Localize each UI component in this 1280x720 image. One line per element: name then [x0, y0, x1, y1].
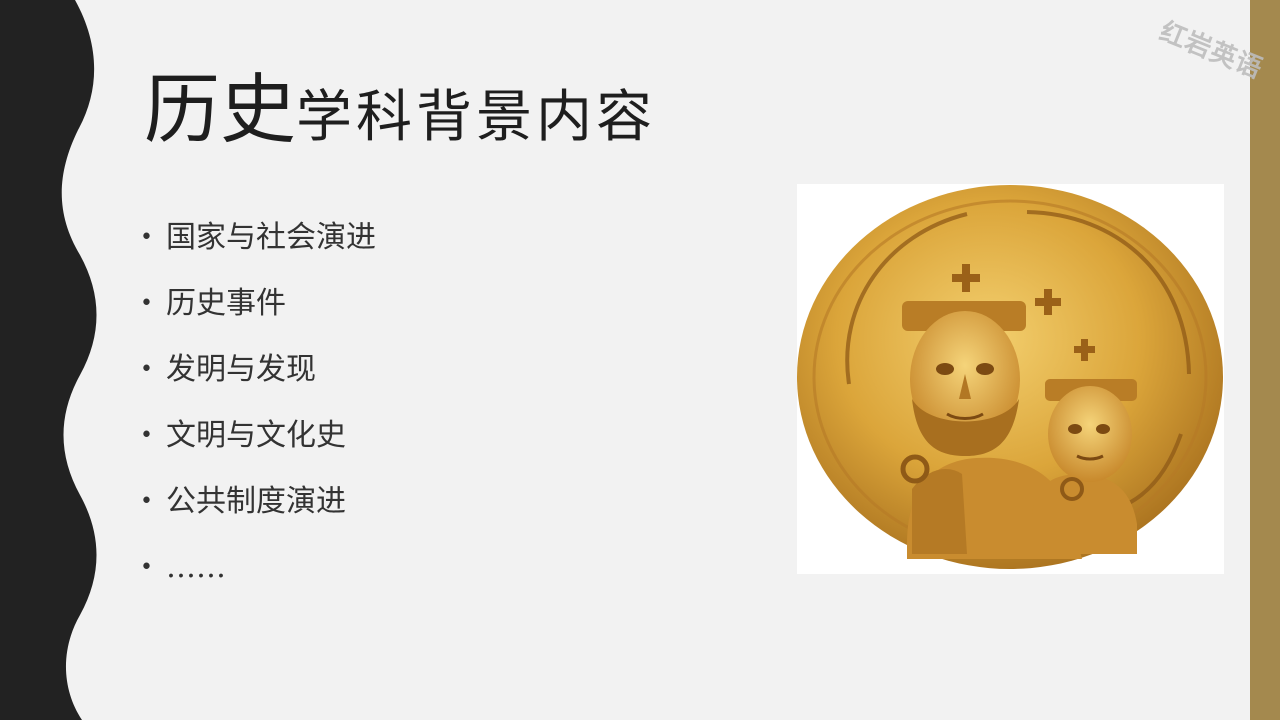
- bullet-text: ……: [166, 550, 226, 585]
- byzantine-coin-illustration: [797, 185, 1223, 569]
- coin-image: [797, 184, 1224, 574]
- list-item: • 国家与社会演进: [140, 218, 376, 284]
- list-item: • ……: [140, 548, 376, 614]
- bullet-dot: •: [140, 555, 153, 580]
- list-item: • 文明与文化史: [140, 416, 376, 482]
- bullet-dot: •: [140, 423, 153, 448]
- list-item: • 公共制度演进: [140, 482, 376, 548]
- bullet-text: 国家与社会演进: [166, 220, 376, 255]
- list-item: • 历史事件: [140, 284, 376, 350]
- bullet-dot: •: [140, 489, 153, 514]
- bullet-text: 发明与发现: [166, 352, 316, 387]
- title-large-part: 历史: [144, 65, 296, 154]
- bullet-dot: •: [140, 225, 153, 250]
- bullet-list: • 国家与社会演进 • 历史事件 • 发明与发现 • 文明与文化史 • 公共制度演进 • ……: [140, 218, 376, 614]
- bullet-text: 文明与文化史: [166, 418, 346, 453]
- slide-title: 历史学科背景内容: [144, 72, 656, 148]
- bullet-text: 公共制度演进: [166, 484, 346, 519]
- bullet-dot: •: [140, 291, 153, 316]
- list-item: • 发明与发现: [140, 350, 376, 416]
- right-accent-band: [1250, 0, 1280, 720]
- title-rest-part: 学科背景内容: [296, 85, 656, 150]
- bullet-dot: •: [140, 357, 153, 382]
- left-wavy-band: [0, 0, 97, 720]
- bullet-text: 历史事件: [166, 286, 286, 321]
